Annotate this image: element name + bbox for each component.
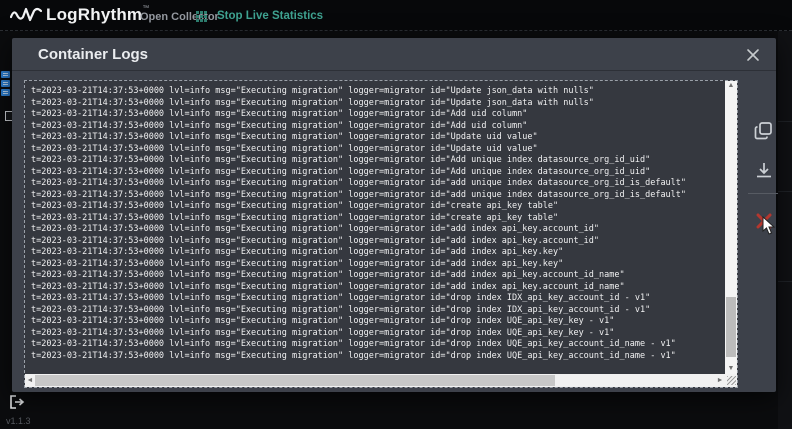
- log-line: t=2023-03-21T14:37:53+0000 lvl=info msg=…: [31, 339, 725, 351]
- scroll-up-arrow-icon[interactable]: ▲: [725, 81, 737, 91]
- version-label: v1.1.3: [6, 416, 31, 426]
- resize-grip-icon[interactable]: [727, 376, 736, 385]
- modal-header: Container Logs: [12, 38, 776, 71]
- scroll-down-arrow-icon[interactable]: ▼: [725, 364, 737, 374]
- stop-live-statistics-button[interactable]: Stop Live Statistics: [196, 6, 323, 26]
- log-line: t=2023-03-21T14:37:53+0000 lvl=info msg=…: [31, 109, 725, 121]
- page-right-edge: [778, 31, 792, 429]
- log-line: t=2023-03-21T14:37:53+0000 lvl=info msg=…: [31, 259, 725, 271]
- log-line: t=2023-03-21T14:37:53+0000 lvl=info msg=…: [31, 201, 725, 213]
- container-logs-modal: Container Logs t=2023-03-21T14:37:53+000…: [12, 38, 776, 392]
- modal-title: Container Logs: [38, 46, 148, 63]
- log-line: t=2023-03-21T14:37:53+0000 lvl=info msg=…: [31, 236, 725, 248]
- download-icon[interactable]: [753, 160, 775, 182]
- log-line: t=2023-03-21T14:37:53+0000 lvl=info msg=…: [31, 224, 725, 236]
- horizontal-scrollbar-thumb[interactable]: [35, 375, 555, 386]
- log-line: t=2023-03-21T14:37:53+0000 lvl=info msg=…: [31, 86, 725, 98]
- log-line: t=2023-03-21T14:37:53+0000 lvl=info msg=…: [31, 178, 725, 190]
- log-line: t=2023-03-21T14:37:53+0000 lvl=info msg=…: [31, 270, 725, 282]
- vertical-scrollbar-thumb[interactable]: [726, 297, 736, 357]
- container-item-icon[interactable]: [1, 71, 10, 78]
- logout-icon[interactable]: [9, 394, 25, 410]
- log-line: t=2023-03-21T14:37:53+0000 lvl=info msg=…: [31, 316, 725, 328]
- container-item-icon[interactable]: [1, 89, 10, 96]
- top-header: LogRhythm™ Open Collector Stop Live Stat…: [0, 0, 792, 31]
- log-line: t=2023-03-21T14:37:53+0000 lvl=info msg=…: [31, 155, 725, 167]
- log-line: t=2023-03-21T14:37:53+0000 lvl=info msg=…: [31, 328, 725, 340]
- scroll-left-arrow-icon[interactable]: ◄: [25, 374, 35, 387]
- log-lines: t=2023-03-21T14:37:53+0000 lvl=info msg=…: [25, 81, 725, 374]
- brand-name: LogRhythm™: [46, 5, 149, 25]
- stop-live-statistics-label: Stop Live Statistics: [217, 10, 323, 22]
- log-line: t=2023-03-21T14:37:53+0000 lvl=info msg=…: [31, 305, 725, 317]
- red-x-icon[interactable]: [753, 210, 775, 232]
- close-icon[interactable]: [744, 46, 762, 64]
- log-line: t=2023-03-21T14:37:53+0000 lvl=info msg=…: [31, 144, 725, 156]
- log-textarea[interactable]: t=2023-03-21T14:37:53+0000 lvl=info msg=…: [24, 80, 738, 388]
- log-line: t=2023-03-21T14:37:53+0000 lvl=info msg=…: [31, 132, 725, 144]
- container-item-icon[interactable]: [1, 80, 10, 87]
- log-line: t=2023-03-21T14:37:53+0000 lvl=info msg=…: [31, 98, 725, 110]
- horizontal-scrollbar[interactable]: ◄ ►: [25, 374, 725, 387]
- copy-icon[interactable]: [753, 120, 775, 142]
- log-line: t=2023-03-21T14:37:53+0000 lvl=info msg=…: [31, 351, 725, 363]
- logrhythm-logo-icon: [10, 5, 42, 25]
- log-line: t=2023-03-21T14:37:53+0000 lvl=info msg=…: [31, 247, 725, 259]
- statistics-grid-icon: [196, 11, 207, 22]
- scroll-right-arrow-icon[interactable]: ►: [715, 374, 725, 387]
- log-line: t=2023-03-21T14:37:53+0000 lvl=info msg=…: [31, 121, 725, 133]
- rail-divider: [748, 193, 778, 194]
- vertical-scrollbar[interactable]: ▲ ▼: [725, 81, 737, 374]
- log-line: t=2023-03-21T14:37:53+0000 lvl=info msg=…: [31, 293, 725, 305]
- log-line: t=2023-03-21T14:37:53+0000 lvl=info msg=…: [31, 167, 725, 179]
- scrollbar-corner: [725, 374, 737, 387]
- log-line: t=2023-03-21T14:37:53+0000 lvl=info msg=…: [31, 282, 725, 294]
- log-line: t=2023-03-21T14:37:53+0000 lvl=info msg=…: [31, 213, 725, 225]
- log-line: t=2023-03-21T14:37:53+0000 lvl=info msg=…: [31, 190, 725, 202]
